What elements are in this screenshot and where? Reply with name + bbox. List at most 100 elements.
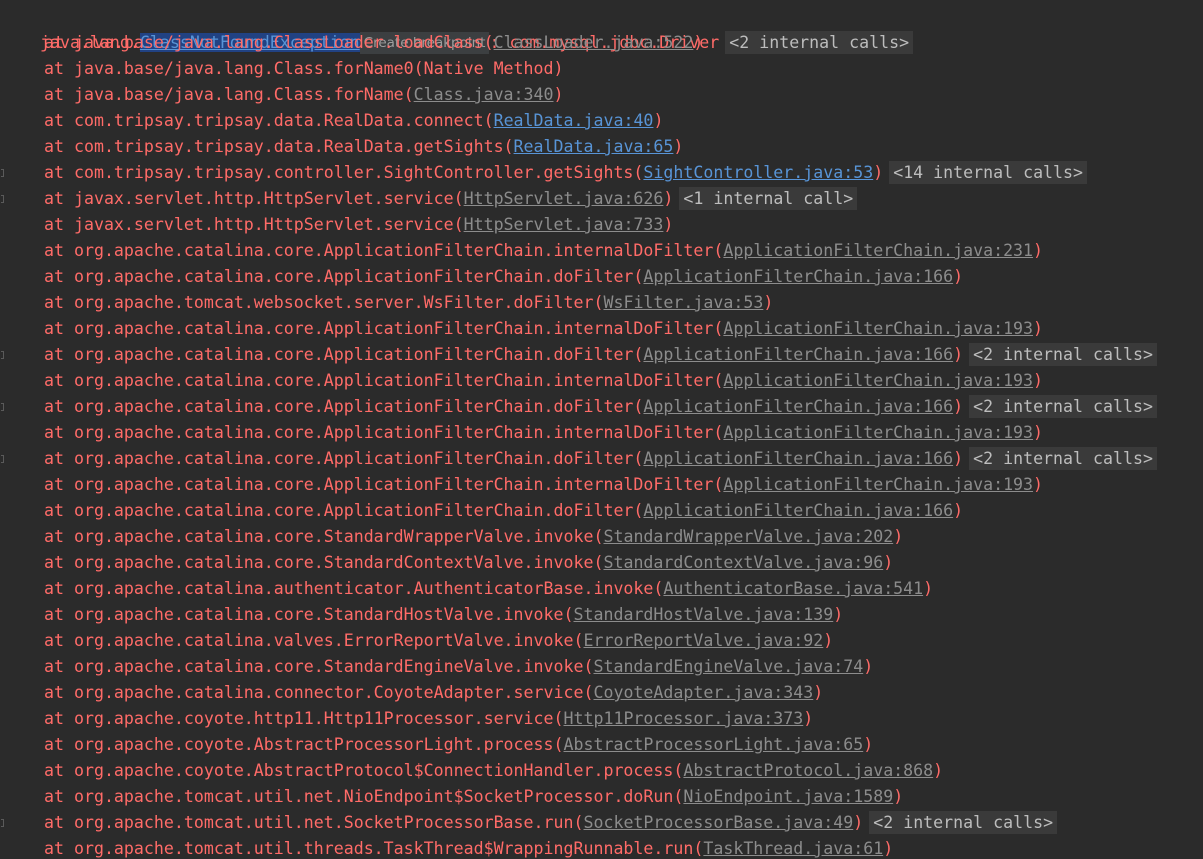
source-file-link[interactable]: SightController.java:53	[643, 163, 873, 182]
source-file-link[interactable]: CoyoteAdapter.java:343	[593, 683, 813, 702]
stack-frame-line: at org.apache.catalina.core.ApplicationF…	[0, 446, 1157, 472]
source-file-link[interactable]: ApplicationFilterChain.java:193	[723, 423, 1033, 442]
close-paren: )	[853, 813, 864, 832]
source-file-link[interactable]: AuthenticatorBase.java:541	[663, 579, 923, 598]
fold-gutter-icon[interactable]	[1, 819, 4, 827]
source-file-link[interactable]: HttpServlet.java:733	[464, 215, 664, 234]
close-paren: )	[953, 397, 964, 416]
source-file-link[interactable]: ErrorReportValve.java:92	[583, 631, 823, 650]
stack-frame-line: at org.apache.catalina.core.ApplicationF…	[0, 264, 963, 290]
stack-frame-line: at org.apache.catalina.core.StandardHost…	[0, 602, 843, 628]
source-file-link[interactable]: ClassLoader.java:522	[494, 33, 694, 52]
close-paren: )	[873, 163, 884, 182]
stack-frame-method: at java.base/java.lang.Class.forName(	[44, 85, 414, 104]
stack-frame-line: at com.tripsay.tripsay.data.RealData.con…	[0, 108, 663, 134]
source-file-link[interactable]: ApplicationFilterChain.java:166	[643, 397, 953, 416]
source-file-link[interactable]: Class.java:340	[414, 85, 554, 104]
stack-frame-line: at org.apache.catalina.valves.ErrorRepor…	[0, 628, 833, 654]
internal-calls-fold[interactable]: <2 internal calls>	[969, 447, 1157, 470]
stack-frame-method: at com.tripsay.tripsay.data.RealData.con…	[44, 111, 494, 130]
source-file-link[interactable]: HttpServlet.java:626	[464, 189, 664, 208]
internal-calls-fold[interactable]: <2 internal calls>	[969, 343, 1157, 366]
fold-gutter-icon[interactable]	[1, 169, 4, 177]
close-paren: )	[653, 111, 664, 130]
fold-gutter-icon[interactable]	[1, 195, 4, 203]
close-paren: )	[763, 293, 774, 312]
stack-frame-line: at org.apache.tomcat.util.threads.TaskTh…	[0, 836, 893, 859]
stack-frame-method: at com.tripsay.tripsay.data.RealData.get…	[44, 137, 514, 156]
source-file-link[interactable]: ApplicationFilterChain.java:166	[643, 267, 953, 286]
internal-calls-fold[interactable]: <2 internal calls>	[869, 811, 1058, 834]
close-paren: )	[1033, 241, 1044, 260]
stack-frame-line: at org.apache.catalina.core.ApplicationF…	[0, 342, 1157, 368]
stack-frame-method: at org.apache.catalina.core.ApplicationF…	[44, 449, 644, 468]
source-file-link[interactable]: AbstractProcessorLight.java:65	[564, 735, 864, 754]
close-paren: )	[1033, 371, 1044, 390]
internal-calls-fold[interactable]: <14 internal calls>	[889, 161, 1088, 184]
stack-frame-line: at org.apache.tomcat.util.net.SocketProc…	[0, 810, 1058, 836]
console-output[interactable]: java.lang.ClassNotFoundException Create b…	[0, 0, 1203, 859]
source-file-link[interactable]: WsFilter.java:53	[603, 293, 763, 312]
source-file-link[interactable]: ApplicationFilterChain.java:193	[723, 475, 1033, 494]
stack-frame-line: at org.apache.tomcat.util.net.NioEndpoin…	[0, 784, 903, 810]
close-paren: )	[1033, 475, 1044, 494]
source-file-link[interactable]: StandardEngineValve.java:74	[593, 657, 863, 676]
close-paren: )	[953, 345, 964, 364]
source-file-link[interactable]: StandardContextValve.java:96	[603, 553, 883, 572]
fold-gutter-icon[interactable]	[1, 351, 4, 359]
stack-frame-line: at org.apache.catalina.core.ApplicationF…	[0, 394, 1157, 420]
source-file-link[interactable]: ApplicationFilterChain.java:193	[723, 371, 1033, 390]
stack-frame-method: at org.apache.catalina.core.ApplicationF…	[44, 397, 644, 416]
source-file-link[interactable]: ApplicationFilterChain.java:193	[723, 319, 1033, 338]
internal-calls-fold[interactable]: <2 internal calls>	[969, 395, 1157, 418]
stack-frame-method: at org.apache.catalina.core.ApplicationF…	[44, 345, 644, 364]
source-file-link[interactable]: StandardWrapperValve.java:202	[603, 527, 893, 546]
close-paren: )	[663, 215, 674, 234]
stack-frame-method: at org.apache.catalina.core.StandardEngi…	[44, 657, 594, 676]
stack-frame-line: at org.apache.catalina.core.StandardEngi…	[0, 654, 873, 680]
stack-frame-line: at java.base/java.lang.ClassLoader.loadC…	[0, 30, 703, 56]
stack-frame-line: at com.tripsay.tripsay.controller.SightC…	[0, 160, 1088, 186]
stack-frame-method: at org.apache.catalina.core.ApplicationF…	[44, 241, 724, 260]
stack-frame-line: at org.apache.tomcat.websocket.server.Ws…	[0, 290, 773, 316]
stack-frame-method: at org.apache.catalina.connector.CoyoteA…	[44, 683, 594, 702]
stack-frame-line: at org.apache.catalina.core.ApplicationF…	[0, 420, 1043, 446]
source-file-link[interactable]: Http11Processor.java:373	[564, 709, 804, 728]
close-paren: )	[1033, 319, 1044, 338]
fold-gutter-icon[interactable]	[1, 403, 4, 411]
stack-frame-method: at org.apache.catalina.core.ApplicationF…	[44, 319, 724, 338]
source-file-link[interactable]: ApplicationFilterChain.java:166	[643, 449, 953, 468]
close-paren: )	[893, 787, 904, 806]
source-file-link[interactable]: AbstractProtocol.java:868	[683, 761, 933, 780]
close-paren: )	[953, 449, 964, 468]
close-paren: )	[863, 657, 874, 676]
stack-frame-line: at java.base/java.lang.Class.forName0(Na…	[0, 56, 564, 82]
source-file-link[interactable]: ApplicationFilterChain.java:166	[643, 501, 953, 520]
stack-frame-line: at java.base/java.lang.Class.forName(Cla…	[0, 82, 564, 108]
close-paren: )	[553, 85, 564, 104]
source-file-link[interactable]: RealData.java:65	[514, 137, 674, 156]
close-paren: )	[923, 579, 934, 598]
stack-frame-method: at org.apache.catalina.core.StandardCont…	[44, 553, 604, 572]
source-file-link[interactable]: SocketProcessorBase.java:49	[583, 813, 853, 832]
stack-frame-line: at com.tripsay.tripsay.data.RealData.get…	[0, 134, 683, 160]
source-file-link[interactable]: NioEndpoint.java:1589	[683, 787, 893, 806]
source-file-link[interactable]: RealData.java:40	[494, 111, 654, 130]
source-file-link[interactable]: StandardHostValve.java:139	[574, 605, 834, 624]
stack-frame-method: at org.apache.catalina.core.ApplicationF…	[44, 423, 724, 442]
source-file-link[interactable]: ApplicationFilterChain.java:166	[643, 345, 953, 364]
stack-frame-method: at org.apache.catalina.core.StandardHost…	[44, 605, 574, 624]
fold-gutter-icon[interactable]	[1, 455, 4, 463]
stack-frame-line: at org.apache.catalina.core.ApplicationF…	[0, 316, 1043, 342]
stack-frame-line: at org.apache.catalina.core.StandardCont…	[0, 550, 893, 576]
stack-frame-line: at org.apache.catalina.connector.CoyoteA…	[0, 680, 823, 706]
source-file-link[interactable]: ApplicationFilterChain.java:231	[723, 241, 1033, 260]
internal-calls-fold[interactable]: <2 internal calls>	[725, 31, 914, 54]
close-paren: )	[883, 839, 894, 858]
source-file-link[interactable]: TaskThread.java:61	[703, 839, 883, 858]
internal-calls-fold[interactable]: <1 internal call>	[679, 187, 858, 210]
close-paren: )	[893, 527, 904, 546]
stack-frame-method: at org.apache.coyote.AbstractProtocol$Co…	[44, 761, 684, 780]
stack-frame-method: at org.apache.catalina.authenticator.Aut…	[44, 579, 664, 598]
stack-frame-line: at org.apache.coyote.AbstractProcessorLi…	[0, 732, 873, 758]
